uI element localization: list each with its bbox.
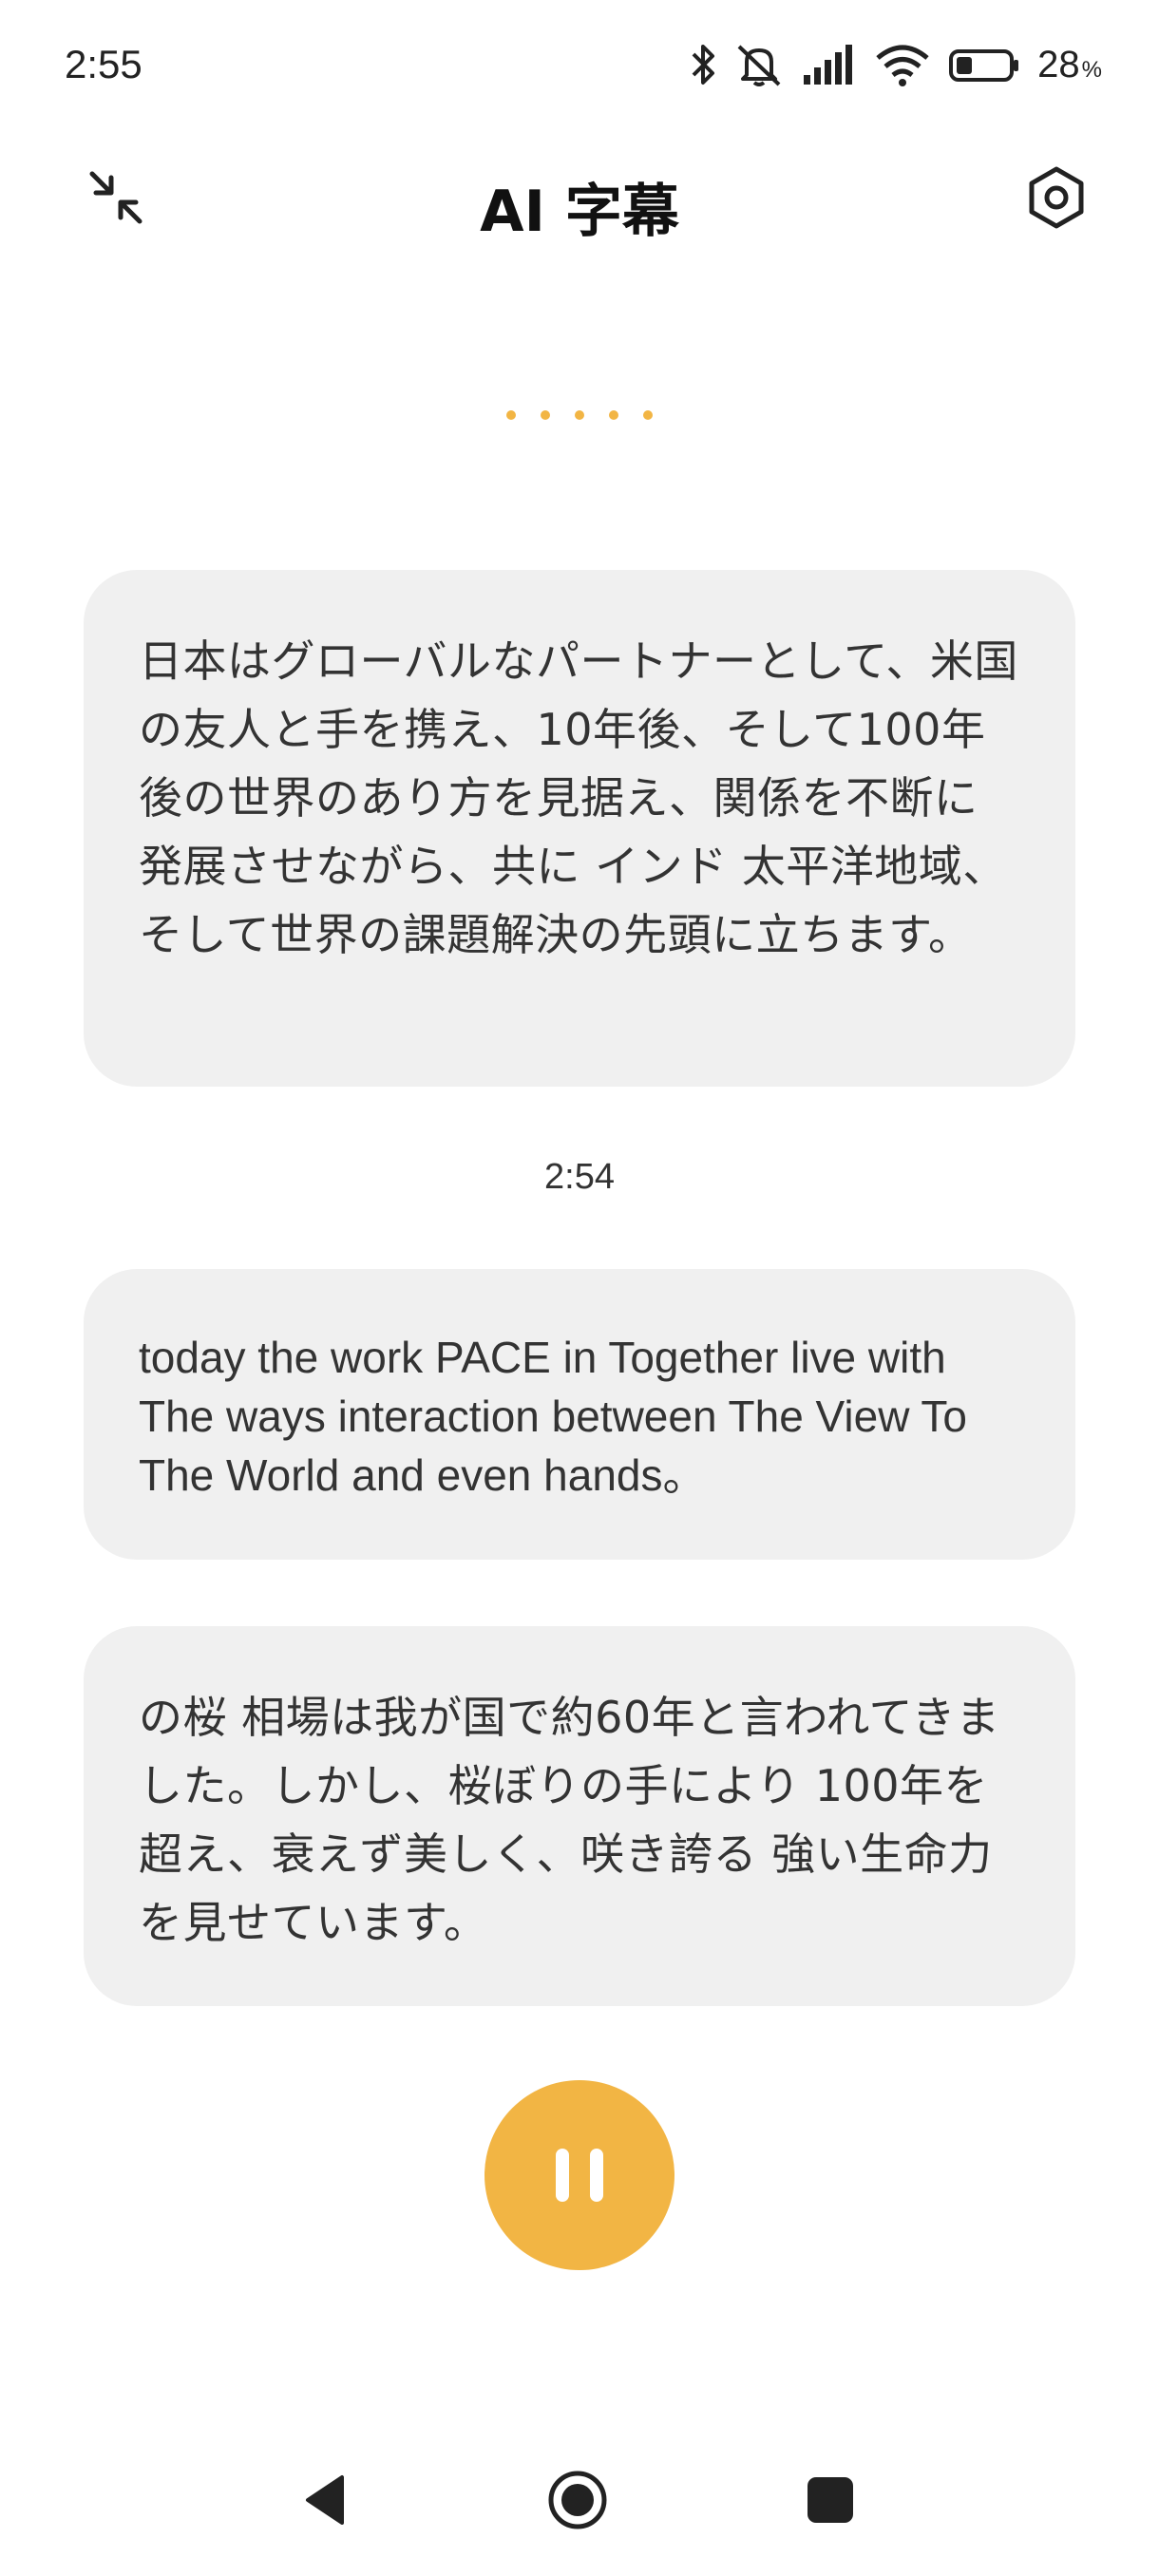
caption-text: の桜 相場は我が国で約60年と言われてきました。しかし、桜ぼりの手により 100…	[139, 1692, 1000, 1948]
status-time: 2:55	[65, 42, 142, 86]
listening-indicator	[0, 410, 1159, 420]
battery-icon	[948, 41, 1020, 88]
settings-button[interactable]	[1018, 161, 1094, 237]
nav-back-button[interactable]	[289, 2464, 365, 2540]
caption-text: today the work PACE in Together live wit…	[139, 1333, 967, 1500]
signal-icon	[802, 41, 857, 88]
status-bar: 2:55 28%	[0, 0, 1159, 133]
pause-icon	[545, 2149, 614, 2202]
nav-recents-button[interactable]	[792, 2464, 868, 2540]
pause-button[interactable]	[484, 2080, 674, 2270]
listening-dot	[575, 410, 584, 420]
app-header: AI 字幕	[0, 142, 1159, 256]
caption-bubble: today the work PACE in Together live wit…	[84, 1269, 1075, 1560]
mute-icon	[733, 41, 785, 88]
listening-dot	[506, 410, 516, 420]
recents-icon	[804, 2473, 857, 2530]
settings-icon	[1023, 164, 1090, 235]
battery-percent: 28%	[1037, 44, 1102, 86]
wifi-icon	[874, 41, 931, 88]
caption-timestamp: 2:54	[544, 1157, 615, 1197]
home-icon	[545, 2468, 610, 2536]
caption-bubble: の桜 相場は我が国で約60年と言われてきました。しかし、桜ぼりの手により 100…	[84, 1626, 1075, 2006]
bluetooth-icon	[690, 41, 716, 88]
caption-text: 日本はグローバルなパートナーとして、米国の友人と手を携え、10年後、そして100…	[139, 635, 1018, 960]
listening-dot	[609, 410, 618, 420]
status-icons: 28%	[690, 38, 1102, 91]
battery-percent-unit: %	[1081, 56, 1102, 83]
page-title: AI 字幕	[480, 179, 679, 245]
listening-dot	[541, 410, 550, 420]
system-nav-bar	[0, 2432, 1159, 2576]
nav-home-button[interactable]	[540, 2464, 616, 2540]
back-icon	[298, 2472, 355, 2532]
listening-dot	[643, 410, 653, 420]
caption-bubble: 日本はグローバルなパートナーとして、米国の友人と手を携え、10年後、そして100…	[84, 570, 1075, 1087]
battery-percent-value: 28	[1037, 43, 1080, 85]
